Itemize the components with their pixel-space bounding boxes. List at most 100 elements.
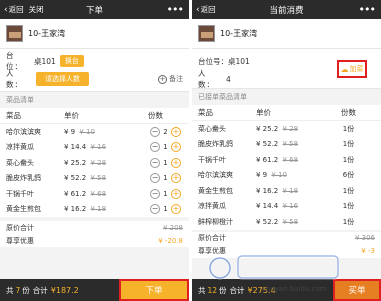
total-row-value: ¥ -20.8 <box>158 236 183 245</box>
people-label: 人 数： <box>6 69 23 89</box>
header-qty: 份数 <box>341 108 356 117</box>
people-value: 4 <box>226 74 231 84</box>
dish-price: ¥ 52.2 <box>256 140 279 149</box>
dish-price: ¥ 14.4 <box>256 202 279 211</box>
store-thumbnail <box>198 25 215 42</box>
qty-control: − 1 + <box>130 142 183 153</box>
header-name: 菜品 <box>6 111 21 120</box>
change-table-button[interactable]: 换台 <box>59 55 84 67</box>
dish-list: 菜品 单价 份数 菜心鲞头 ¥ 25.2 ¥ 28 1份 脆皮炸乳鸽 ¥ 52.… <box>192 105 381 230</box>
dish-price: ¥ 16.2 <box>256 186 279 195</box>
minus-button[interactable]: − <box>150 173 160 184</box>
dish-list: 菜品 单价 份数 哈尔滨滨爽 ¥ 9 ¥ 10 − 2 + 凉拌黄瓜 ¥ 14.… <box>0 108 189 217</box>
dish-name: 菜心鲞头 <box>6 158 34 167</box>
dish-original-price: ¥ 68 <box>282 155 299 164</box>
order-info: 台 位： 桌101 换台 人 数： 请选择人数 + 备注 <box>0 49 189 92</box>
dish-price-group: ¥ 52.2 ¥ 58 <box>64 174 130 182</box>
dish-qty: 1份 <box>342 202 355 211</box>
qty-control: 1份 <box>322 139 375 149</box>
current-consumption-panel: ‹ 返回 当前消费 ••• 10-王家湾 台位号： 桌101 人 数： 4 ☁ … <box>192 0 381 301</box>
total-row: 尊享优惠 ¥ -20.8 <box>0 234 189 247</box>
place-order-button[interactable]: 下单 <box>119 279 189 301</box>
dish-price: ¥ 52.2 <box>64 174 87 183</box>
count-prefix: 共 <box>198 285 206 295</box>
dish-price-group: ¥ 52.2 ¥ 58 <box>256 218 322 226</box>
dish-price: ¥ 25.2 <box>256 124 279 133</box>
dish-qty: 1份 <box>342 124 355 133</box>
minus-button[interactable]: − <box>150 157 160 168</box>
bottom-bar: 共 7 份 合计 ¥187.2 下单 <box>0 279 189 301</box>
minus-button[interactable]: − <box>150 142 160 153</box>
dish-name: 黄金生煎包 <box>6 205 41 214</box>
store-header: 10-王家湾 <box>192 19 381 49</box>
header-qty: 份数 <box>148 111 163 120</box>
dish-price-group: ¥ 25.2 ¥ 28 <box>64 159 130 167</box>
dish-price: ¥ 52.2 <box>256 217 279 226</box>
dish-qty: 1份 <box>342 140 355 149</box>
store-name: 10-王家湾 <box>28 29 66 38</box>
dish-qty: 1份 <box>342 155 355 164</box>
plus-button[interactable]: + <box>171 126 181 137</box>
dish-price: ¥ 25.2 <box>64 158 87 167</box>
top-bar: ‹ 返回 关闭 下单 ••• <box>0 0 189 19</box>
dish-qty: 2 <box>163 127 168 136</box>
panel-divider <box>189 0 192 301</box>
dish-price-group: ¥ 14.4 ¥ 16 <box>64 143 130 151</box>
more-icon[interactable]: ••• <box>167 3 184 16</box>
dish-qty: 1 <box>163 205 168 214</box>
plus-button[interactable]: + <box>171 204 181 215</box>
more-icon[interactable]: ••• <box>359 3 376 16</box>
dish-price-group: ¥ 9 ¥ 10 <box>256 171 322 179</box>
total-row-label: 原价合计 <box>6 223 34 232</box>
qty-control: − 1 + <box>130 173 183 184</box>
chevron-left-icon: ‹ <box>196 4 200 15</box>
add-dish-button[interactable]: ☁ 加菜 <box>337 60 367 78</box>
list-header: 菜品 单价 份数 <box>192 105 381 121</box>
add-dish-label: 加菜 <box>349 65 364 73</box>
dish-price: ¥ 61.2 <box>256 155 279 164</box>
totals-section: 原价合计 ¥ 306 尊享优惠 ¥ -3 <box>192 231 381 258</box>
minus-button[interactable]: − <box>150 204 160 215</box>
dish-name: 黄金生煎包 <box>198 186 233 195</box>
plus-button[interactable]: + <box>171 142 181 153</box>
header-price: 单价 <box>256 108 271 117</box>
header-price: 单价 <box>64 111 79 120</box>
plus-button[interactable]: + <box>171 157 181 168</box>
minus-button[interactable]: − <box>150 188 160 199</box>
dish-original-price: ¥ 58 <box>282 217 299 226</box>
qty-control: 1份 <box>322 201 375 211</box>
back-label: 返回 <box>8 5 24 14</box>
people-row: 人 数： 请选择人数 + 备注 <box>6 69 183 89</box>
close-button[interactable]: 关闭 <box>29 4 44 15</box>
dish-price-group: ¥ 16.2 ¥ 18 <box>64 205 130 213</box>
total-row: 原价合计 ¥ 306 <box>192 232 381 245</box>
top-bar: ‹ 返回 当前消费 ••• <box>192 0 381 19</box>
plus-button[interactable]: + <box>171 173 181 184</box>
dish-name: 干锅千叶 <box>198 155 226 164</box>
select-people-button[interactable]: 请选择人数 <box>36 72 89 86</box>
plus-button[interactable]: + <box>171 188 181 199</box>
dish-qty: 1 <box>163 143 168 152</box>
qty-control: − 1 + <box>130 204 183 215</box>
order-panel: ‹ 返回 关闭 下单 ••• 10-王家湾 台 位： 桌101 换台 人 数： … <box>0 0 189 301</box>
dish-qty: 1 <box>163 174 168 183</box>
dish-original-price: ¥ 10 <box>79 127 95 136</box>
minus-button[interactable]: − <box>150 126 160 137</box>
store-name: 10-王家湾 <box>220 29 258 38</box>
list-item: 黄金生煎包 ¥ 16.2 ¥ 18 1份 <box>192 183 381 199</box>
dish-name: 哈尔滨滨爽 <box>6 127 41 136</box>
note-button[interactable]: + 备注 <box>158 74 183 84</box>
dish-original-price: ¥ 68 <box>90 189 107 198</box>
pay-bill-button[interactable]: 买单 <box>333 279 381 301</box>
total-row-label: 尊享优惠 <box>198 247 226 255</box>
dish-price-group: ¥ 61.2 ¥ 68 <box>256 156 322 164</box>
people-label: 人 数： <box>198 69 215 89</box>
total-amount: ¥187.2 <box>50 285 79 295</box>
table-value: 桌101 <box>228 56 250 66</box>
dish-name: 鲜榨柳橙汁 <box>198 217 233 226</box>
qty-control: 1份 <box>322 155 375 165</box>
dish-name: 凉拌黄瓜 <box>198 202 226 211</box>
dish-name: 干锅千叶 <box>6 189 34 198</box>
back-button[interactable]: ‹ 返回 <box>196 4 216 15</box>
back-button[interactable]: ‹ 返回 <box>4 4 24 15</box>
